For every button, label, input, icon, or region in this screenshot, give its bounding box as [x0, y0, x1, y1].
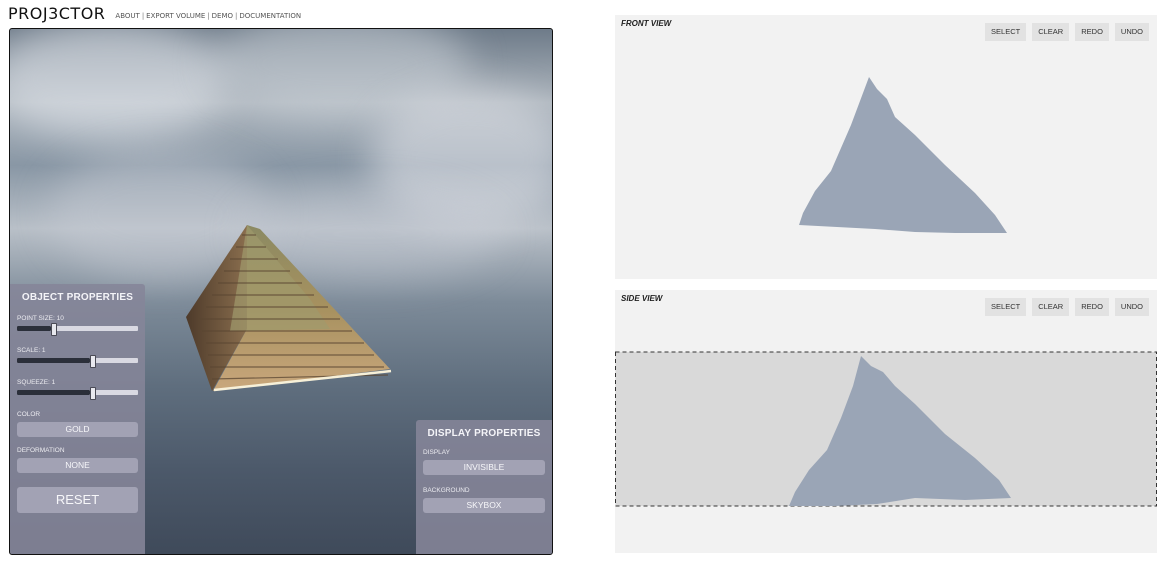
deformation-label: DEFORMATION [17, 447, 65, 454]
scale-slider[interactable] [17, 355, 138, 368]
nav-documentation-link[interactable]: DOCUMENTATION [239, 12, 301, 23]
object-properties-panel: OBJECT PROPERTIES POINT SIZE: 10 SCALE: … [10, 284, 145, 554]
front-view-shape [799, 77, 1007, 233]
background-select-button[interactable]: SKYBOX [423, 498, 545, 513]
color-label: COLOR [17, 411, 41, 418]
app-header: PROJ3CTOR ABOUT | EXPORT VOLUME | DEMO |… [8, 4, 301, 23]
point-size-slider[interactable] [17, 323, 138, 336]
reset-button[interactable]: RESET [17, 487, 138, 513]
point-size-slider-thumb[interactable] [50, 323, 57, 336]
display-label: DISPLAY [423, 449, 450, 456]
color-select-button[interactable]: GOLD [17, 422, 138, 437]
deformation-select-button[interactable]: NONE [17, 458, 138, 473]
nav-about-link[interactable]: ABOUT [115, 12, 139, 23]
squeeze-slider-fill [17, 390, 90, 395]
pyramid-inner-face [230, 225, 330, 331]
front-view-canvas[interactable] [615, 15, 1157, 279]
squeeze-slider[interactable] [17, 387, 138, 400]
nav-demo-link[interactable]: DEMO [212, 12, 233, 23]
nav-export-volume-link[interactable]: EXPORT VOLUME [146, 12, 205, 23]
side-view-canvas[interactable] [615, 290, 1157, 553]
point-size-label: POINT SIZE: 10 [17, 315, 64, 322]
3d-viewport[interactable]: OBJECT PROPERTIES POINT SIZE: 10 SCALE: … [9, 28, 553, 555]
point-size-slider-fill [17, 326, 51, 331]
front-view-panel[interactable]: FRONT VIEW SELECT CLEAR REDO UNDO [615, 15, 1157, 279]
scale-slider-thumb[interactable] [89, 355, 96, 368]
object-properties-title: OBJECT PROPERTIES [21, 292, 134, 303]
squeeze-slider-thumb[interactable] [89, 387, 96, 400]
scale-label: SCALE: 1 [17, 347, 46, 354]
background-label: BACKGROUND [423, 487, 470, 494]
side-view-panel[interactable]: SIDE VIEW SELECT CLEAR REDO UNDO [615, 290, 1157, 553]
app-logo[interactable]: PROJ3CTOR [8, 4, 105, 23]
display-select-button[interactable]: INVISIBLE [423, 460, 545, 475]
display-properties-panel: DISPLAY PROPERTIES DISPLAY INVISIBLE BAC… [416, 420, 552, 554]
squeeze-label: SQUEEZE: 1 [17, 379, 56, 386]
display-properties-title: DISPLAY PROPERTIES [427, 428, 541, 439]
scale-slider-fill [17, 358, 90, 363]
